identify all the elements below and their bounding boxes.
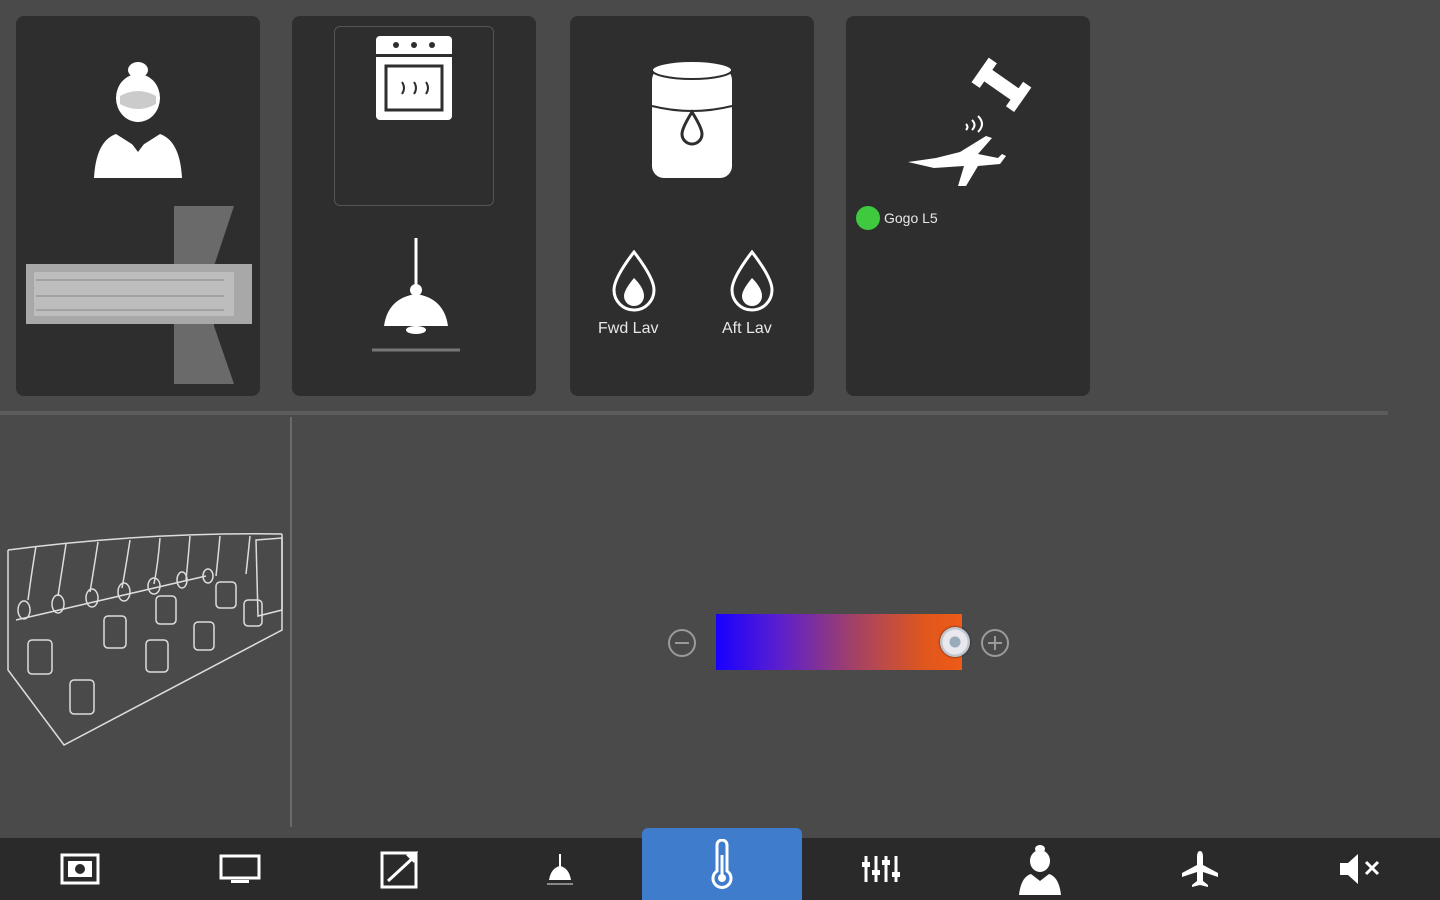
aft-lav-label: Aft Lav (722, 320, 772, 337)
temperature-increase-button[interactable] (981, 629, 1009, 657)
connection-status-dot (856, 206, 880, 230)
fwd-lav-label: Fwd Lav (598, 320, 659, 337)
connectivity-card[interactable]: Gogo L5 (846, 16, 1090, 396)
temperature-slider-handle[interactable] (939, 627, 970, 657)
nav-item-temperature[interactable] (642, 828, 802, 900)
monitor-icon (219, 854, 261, 883)
section-divider (0, 411, 1388, 415)
flight-attendant-icon (94, 62, 182, 178)
lamp-icon (547, 854, 573, 885)
nav-item-lighting[interactable] (480, 838, 640, 900)
nav-item-mute[interactable] (1280, 838, 1440, 900)
pendant-lamp-icon[interactable] (370, 238, 460, 358)
nav-item-attendant[interactable] (960, 838, 1120, 900)
panel-divider (290, 417, 292, 827)
airplane-icon (1182, 851, 1218, 887)
nav-item-media[interactable] (0, 838, 160, 900)
water-card[interactable]: Fwd Lav Aft Lav (570, 16, 814, 396)
aft-lav-heater-icon[interactable] (728, 250, 776, 312)
satellite-airplane-icon (908, 57, 1032, 186)
window-shade-icon (380, 851, 418, 889)
mute-icon (1340, 854, 1380, 884)
cabin-interior-illustration[interactable] (6, 530, 288, 750)
connection-status-label: Gogo L5 (884, 210, 938, 226)
nav-item-window-shades[interactable] (320, 838, 480, 900)
attendant-icon (1019, 845, 1061, 895)
bottom-nav-bar (0, 828, 1440, 900)
water-tank-icon (651, 60, 733, 178)
cabin-zone-diagram[interactable] (24, 206, 256, 386)
nav-item-flight-info[interactable] (1120, 838, 1280, 900)
oven-icon (376, 36, 452, 120)
galley-card[interactable] (292, 16, 536, 396)
nav-item-audio[interactable] (800, 838, 960, 900)
crew-card[interactable] (16, 16, 260, 396)
thermometer-icon (711, 839, 733, 889)
temperature-slider-track[interactable] (716, 614, 962, 670)
media-frame-icon (60, 853, 100, 885)
audio-mixer-icon (862, 856, 900, 882)
fwd-lav-heater-icon[interactable] (610, 250, 658, 312)
nav-item-monitor[interactable] (160, 838, 320, 900)
temperature-decrease-button[interactable] (668, 629, 696, 657)
